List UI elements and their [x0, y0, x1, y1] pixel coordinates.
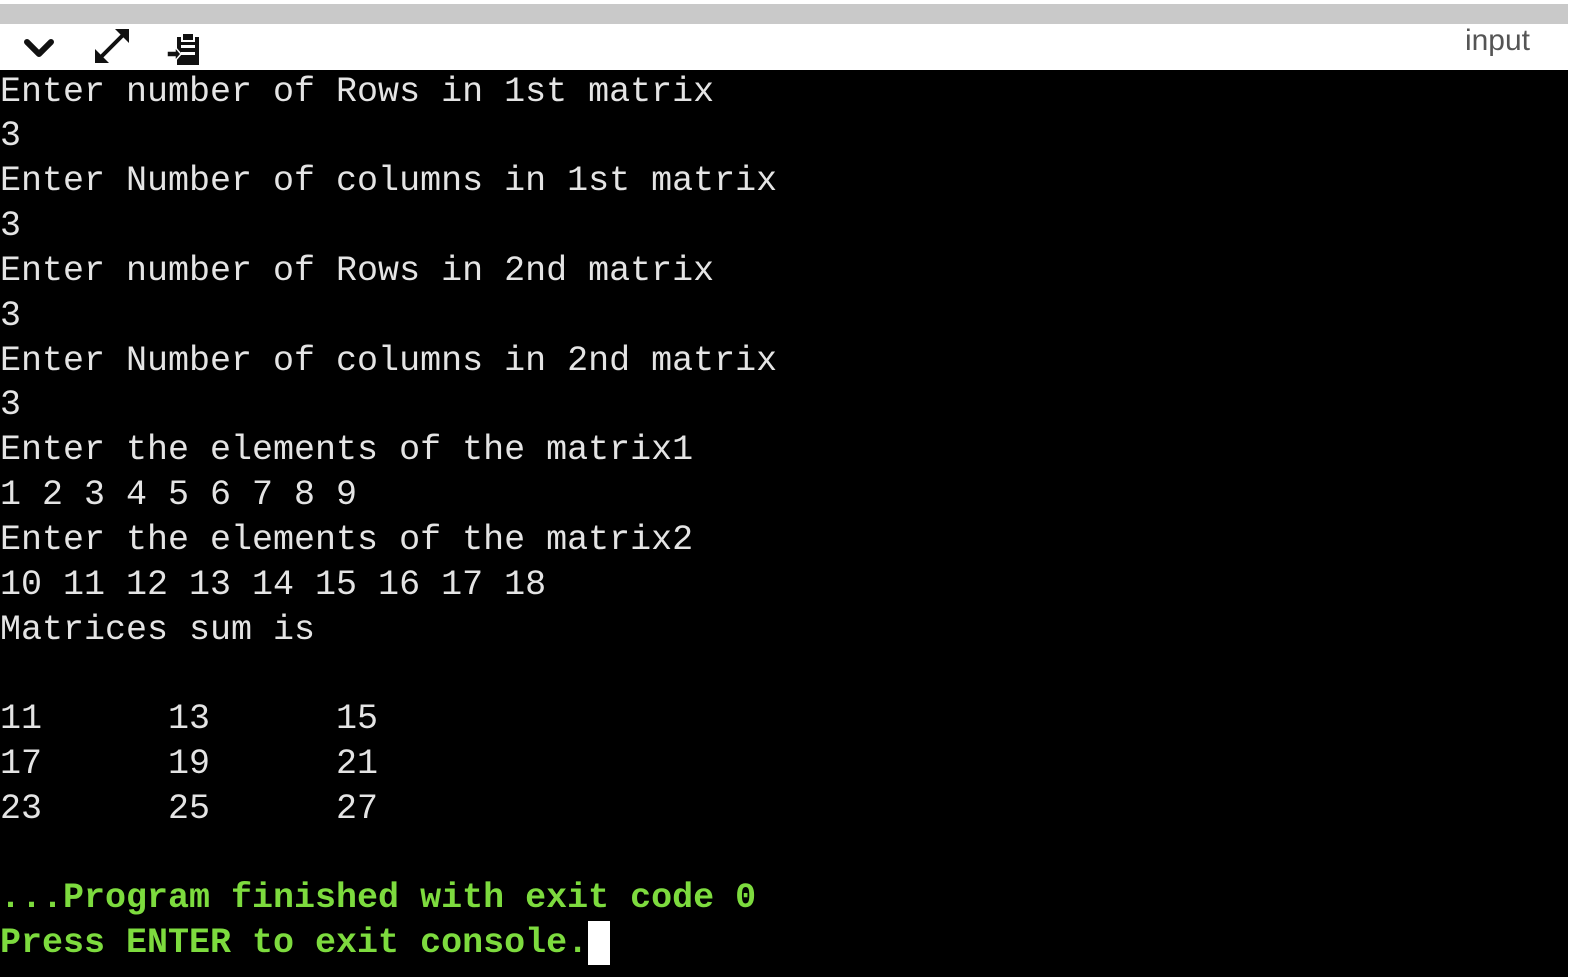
console-line: 3: [0, 296, 22, 336]
online-compiler-output-panel: input Enter number of Rows in 1st matrix…: [0, 0, 1584, 977]
copy-button[interactable]: [163, 24, 207, 70]
console-line: Enter the elements of the matrix1: [0, 430, 694, 470]
output-toolbar: input: [0, 24, 1568, 70]
expand-arrows-icon: [95, 29, 129, 63]
console-line: Enter Number of columns in 1st matrix: [0, 161, 778, 201]
console-line: 10 11 12 13 14 15 16 17 18: [0, 565, 547, 605]
console-line: 1 2 3 4 5 6 7 8 9: [0, 475, 358, 515]
console-line: Enter the elements of the matrix2: [0, 520, 694, 560]
chevron-down-icon: [24, 39, 54, 57]
collapse-button[interactable]: [17, 24, 61, 70]
console-line: 3: [0, 116, 22, 156]
console-line: Enter Number of columns in 2nd matrix: [0, 341, 778, 381]
expand-button[interactable]: [90, 24, 134, 70]
panel-divider[interactable]: [0, 4, 1568, 24]
press-enter-line: Press ENTER to exit console.: [0, 921, 611, 965]
press-enter-message: Press ENTER to exit console.: [0, 923, 589, 963]
text-cursor: [588, 921, 611, 965]
console-line: Enter number of Rows in 2nd matrix: [0, 251, 715, 291]
tab-input[interactable]: input: [1465, 24, 1530, 58]
console-output[interactable]: Enter number of Rows in 1st matrix 3 Ent…: [0, 70, 1568, 977]
console-line: 3: [0, 385, 22, 425]
matrix-sum-row: 17 19 21: [0, 744, 379, 784]
console-line: Matrices sum is: [0, 610, 316, 650]
console-line: Enter number of Rows in 1st matrix: [0, 72, 715, 112]
window-edge: [1568, 0, 1584, 977]
matrix-sum-row: 11 13 15: [0, 699, 379, 739]
exit-code-message: ...Program finished with exit code 0: [0, 878, 757, 918]
matrix-sum-row: 23 25 27: [0, 789, 379, 829]
clipboard-icon: [166, 32, 199, 65]
console-line: 3: [0, 206, 22, 246]
